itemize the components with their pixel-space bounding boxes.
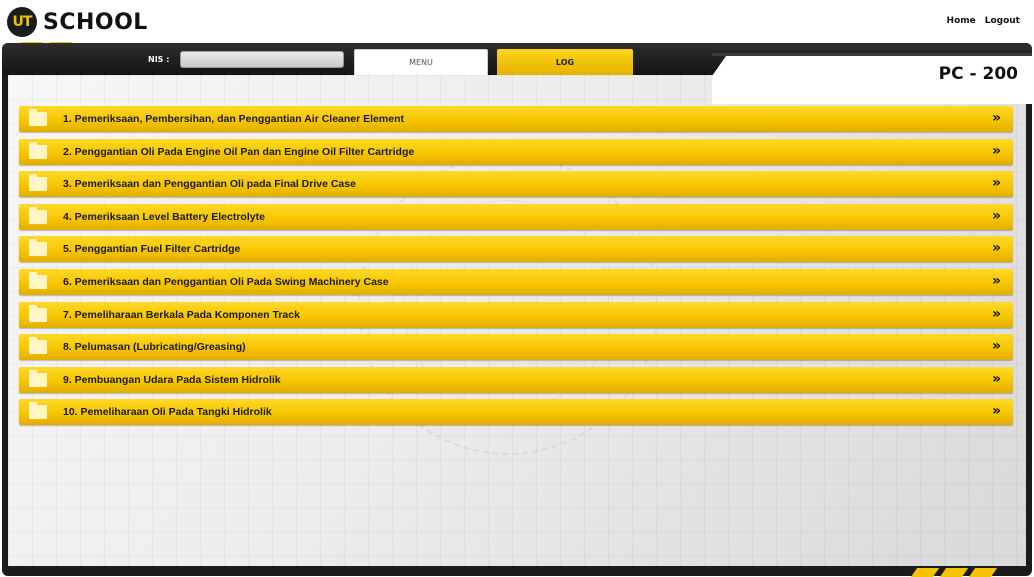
folder-icon	[29, 402, 47, 420]
list-item[interactable]: 6. Pemeriksaan dan Penggantian Oli Pada …	[19, 268, 1013, 295]
list-item[interactable]: 5. Penggantian Fuel Filter Cartridge »	[19, 236, 1013, 263]
hazard-stripe-bottom	[910, 568, 998, 577]
double-chevron-right-icon[interactable]: »	[992, 175, 1001, 191]
double-chevron-right-icon[interactable]: »	[992, 110, 1001, 126]
list-item-label: 5. Penggantian Fuel Filter Cartridge	[63, 243, 241, 256]
home-link[interactable]: Home	[947, 16, 976, 26]
list-item[interactable]: 10. Pemeliharaan Oli Pada Tangki Hidroli…	[19, 399, 1013, 426]
app-logo[interactable]: UT SCHOOL	[7, 6, 148, 38]
double-chevron-right-icon[interactable]: »	[992, 208, 1001, 224]
double-chevron-right-icon[interactable]: »	[992, 403, 1001, 419]
model-title: PC - 200	[938, 64, 1018, 84]
folder-icon	[29, 206, 47, 224]
folder-icon	[29, 369, 47, 387]
nis-input[interactable]	[180, 51, 344, 68]
list-item[interactable]: 4. Pemeriksaan Level Battery Electrolyte…	[19, 203, 1013, 230]
list-item[interactable]: 9. Pembuangan Udara Pada Sistem Hidrolik…	[19, 366, 1013, 393]
nis-label: NIS :	[148, 55, 170, 64]
double-chevron-right-icon[interactable]: »	[992, 371, 1001, 387]
double-chevron-right-icon[interactable]: »	[992, 273, 1001, 289]
folder-icon	[29, 239, 47, 257]
tab-menu[interactable]: MENU	[354, 49, 488, 75]
list-item[interactable]: 2. Penggantian Oli Pada Engine Oil Pan d…	[19, 138, 1013, 165]
list-item-label: 1. Pemeriksaan, Pembersihan, dan Penggan…	[63, 113, 404, 125]
logout-link[interactable]: Logout	[985, 16, 1020, 26]
logo-badge: UT	[7, 7, 37, 37]
maintenance-list: 1. Pemeriksaan, Pembersihan, dan Penggan…	[19, 106, 1013, 432]
list-item[interactable]: 7. Pemeliharaan Berkala Pada Komponen Tr…	[19, 301, 1013, 328]
list-item-label: 6. Pemeriksaan dan Penggantian Oli Pada …	[63, 275, 389, 288]
logo-badge-text: UT	[12, 14, 33, 30]
folder-icon	[29, 109, 47, 126]
top-links: Home Logout	[947, 16, 1020, 26]
double-chevron-right-icon[interactable]: »	[992, 306, 1001, 322]
list-item-label: 7. Pemeliharaan Berkala Pada Komponen Tr…	[63, 308, 300, 321]
folder-icon	[29, 174, 47, 192]
list-item-label: 2. Penggantian Oli Pada Engine Oil Pan d…	[63, 145, 415, 158]
double-chevron-right-icon[interactable]: »	[992, 143, 1001, 159]
list-item-label: 4. Pemeriksaan Level Battery Electrolyte	[63, 210, 265, 223]
folder-icon	[29, 304, 47, 322]
list-item[interactable]: 1. Pemeriksaan, Pembersihan, dan Penggan…	[19, 106, 1013, 132]
list-item-label: 3. Pemeriksaan dan Penggantian Oli pada …	[63, 178, 356, 191]
double-chevron-right-icon[interactable]: »	[992, 240, 1001, 256]
folder-icon	[29, 141, 47, 159]
folder-icon	[29, 271, 47, 289]
double-chevron-right-icon[interactable]: »	[992, 338, 1001, 354]
list-item[interactable]: 8. Pelumasan (Lubricating/Greasing) »	[19, 334, 1013, 361]
list-item-label: 10. Pemeliharaan Oli Pada Tangki Hidroli…	[63, 406, 272, 419]
corner-divider	[712, 53, 1032, 56]
list-item[interactable]: 3. Pemeriksaan dan Penggantian Oli pada …	[19, 171, 1013, 198]
folder-icon	[29, 337, 47, 355]
logo-text: SCHOOL	[43, 9, 148, 35]
list-item-label: 9. Pembuangan Udara Pada Sistem Hidrolik	[63, 373, 281, 386]
list-item-label: 8. Pelumasan (Lubricating/Greasing)	[63, 341, 246, 354]
tab-log[interactable]: LOG	[497, 49, 633, 75]
